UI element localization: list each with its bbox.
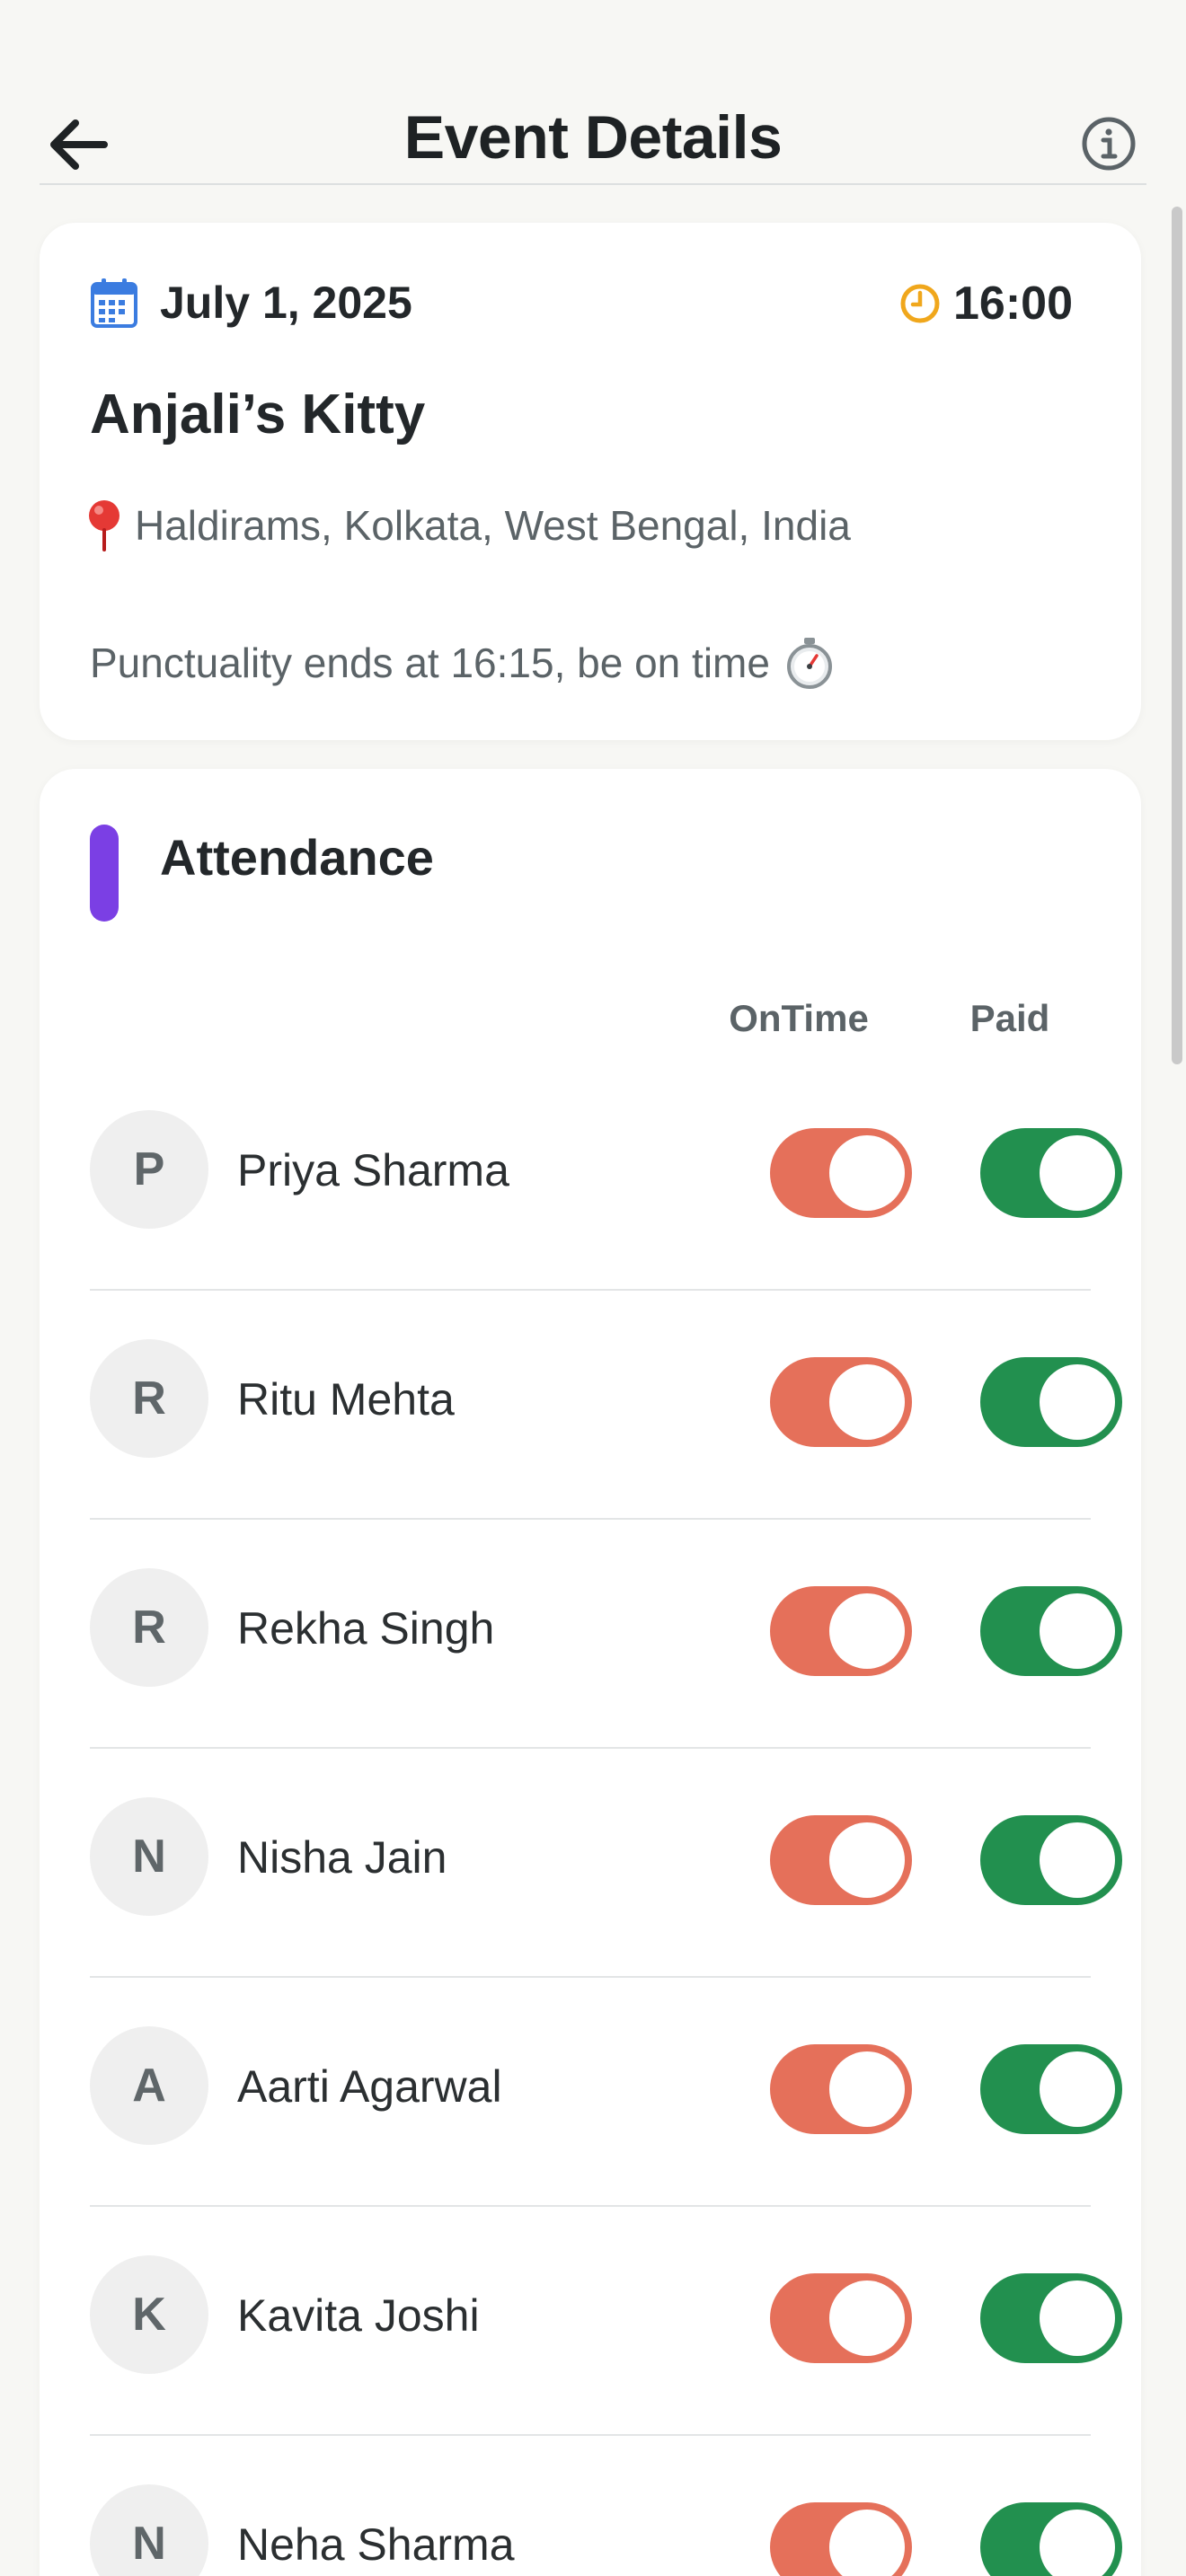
paid-toggle[interactable] [980,1357,1122,1447]
ontime-toggle[interactable] [770,2502,912,2576]
member-name: Rekha Singh [237,1603,495,1654]
toggle-knob [1040,1135,1115,1211]
attendance-row: R Rekha Singh [90,1520,1122,1749]
attendance-title: Attendance [160,829,434,886]
toggle-knob [829,1822,905,1898]
header: Event Details [40,36,1146,185]
paid-toggle[interactable] [980,1586,1122,1676]
paid-toggle[interactable] [980,2044,1122,2134]
avatar: A [90,2026,208,2145]
toggle-knob [1040,2510,1115,2576]
attendance-row: N Nisha Jain [90,1749,1122,1978]
avatar: R [90,1339,208,1458]
member-name: Kavita Joshi [237,2290,480,2341]
punctuality-text: Punctuality ends at 16:15, be on time [90,640,770,686]
ontime-toggle[interactable] [770,2044,912,2134]
attendance-list: P Priya Sharma R Ritu Mehta R Rekha Sing… [90,1062,1122,2576]
toggle-knob [1040,1822,1115,1898]
event-details-screen: Event Details July 1, 2025 16:00 Anjali’… [0,0,1186,2576]
ontime-toggle[interactable] [770,1357,912,1447]
ontime-toggle[interactable] [770,1128,912,1218]
toggle-knob [829,2510,905,2576]
toggle-knob [1040,2280,1115,2356]
event-time: 16:00 [899,277,1073,331]
toggle-knob [829,2051,905,2127]
attendance-row: R Ritu Mehta [90,1291,1122,1520]
member-name: Neha Sharma [237,2519,515,2570]
column-header-ontime: OnTime [729,997,869,1039]
toggle-knob [1040,2051,1115,2127]
section-accent-bar [90,825,119,922]
info-button[interactable] [1080,115,1137,172]
column-header-paid: Paid [969,997,1050,1039]
member-name: Aarti Agarwal [237,2061,502,2112]
ontime-toggle[interactable] [770,1815,912,1905]
punctuality-note: Punctuality ends at 16:15, be on time [90,636,835,690]
member-name: Nisha Jain [237,1832,447,1883]
stopwatch-icon [784,636,835,690]
event-location: Haldirams, Kolkata, West Bengal, India [84,498,851,553]
member-name: Priya Sharma [237,1145,509,1195]
attendance-row: P Priya Sharma [90,1062,1122,1291]
attendance-row: A Aarti Agarwal [90,1978,1122,2207]
event-location-text: Haldirams, Kolkata, West Bengal, India [135,502,851,549]
paid-toggle[interactable] [980,1815,1122,1905]
paid-toggle[interactable] [980,2273,1122,2363]
event-card: July 1, 2025 16:00 Anjali’s Kitty Haldir… [40,223,1141,740]
info-icon [1082,117,1136,171]
page-title: Event Details [403,103,783,172]
calendar-icon [91,278,137,328]
avatar: R [90,1568,208,1687]
avatar: N [90,1797,208,1916]
avatar: K [90,2255,208,2374]
toggle-knob [1040,1593,1115,1669]
ontime-toggle[interactable] [770,2273,912,2363]
avatar: N [90,2484,208,2576]
scrollbar[interactable] [1172,207,1182,1064]
event-time-text: 16:00 [953,278,1073,330]
toggle-knob [829,1364,905,1440]
attendance-card: Attendance OnTime Paid P Priya Sharma R … [40,769,1141,2576]
avatar: P [90,1110,208,1229]
attendance-row: K Kavita Joshi [90,2207,1122,2436]
attendance-row: N Neha Sharma [90,2436,1122,2576]
ontime-toggle[interactable] [770,1586,912,1676]
toggle-knob [829,1135,905,1211]
event-date-text: July 1, 2025 [160,278,412,328]
paid-toggle[interactable] [980,2502,1122,2576]
toggle-knob [829,1593,905,1669]
toggle-knob [1040,1364,1115,1440]
pin-icon [89,500,119,551]
clock-icon [900,284,940,323]
toggle-knob [829,2280,905,2356]
member-name: Ritu Mehta [237,1374,455,1425]
event-title: Anjali’s Kitty [90,384,426,446]
event-date: July 1, 2025 [90,277,412,329]
paid-toggle[interactable] [980,1128,1122,1218]
